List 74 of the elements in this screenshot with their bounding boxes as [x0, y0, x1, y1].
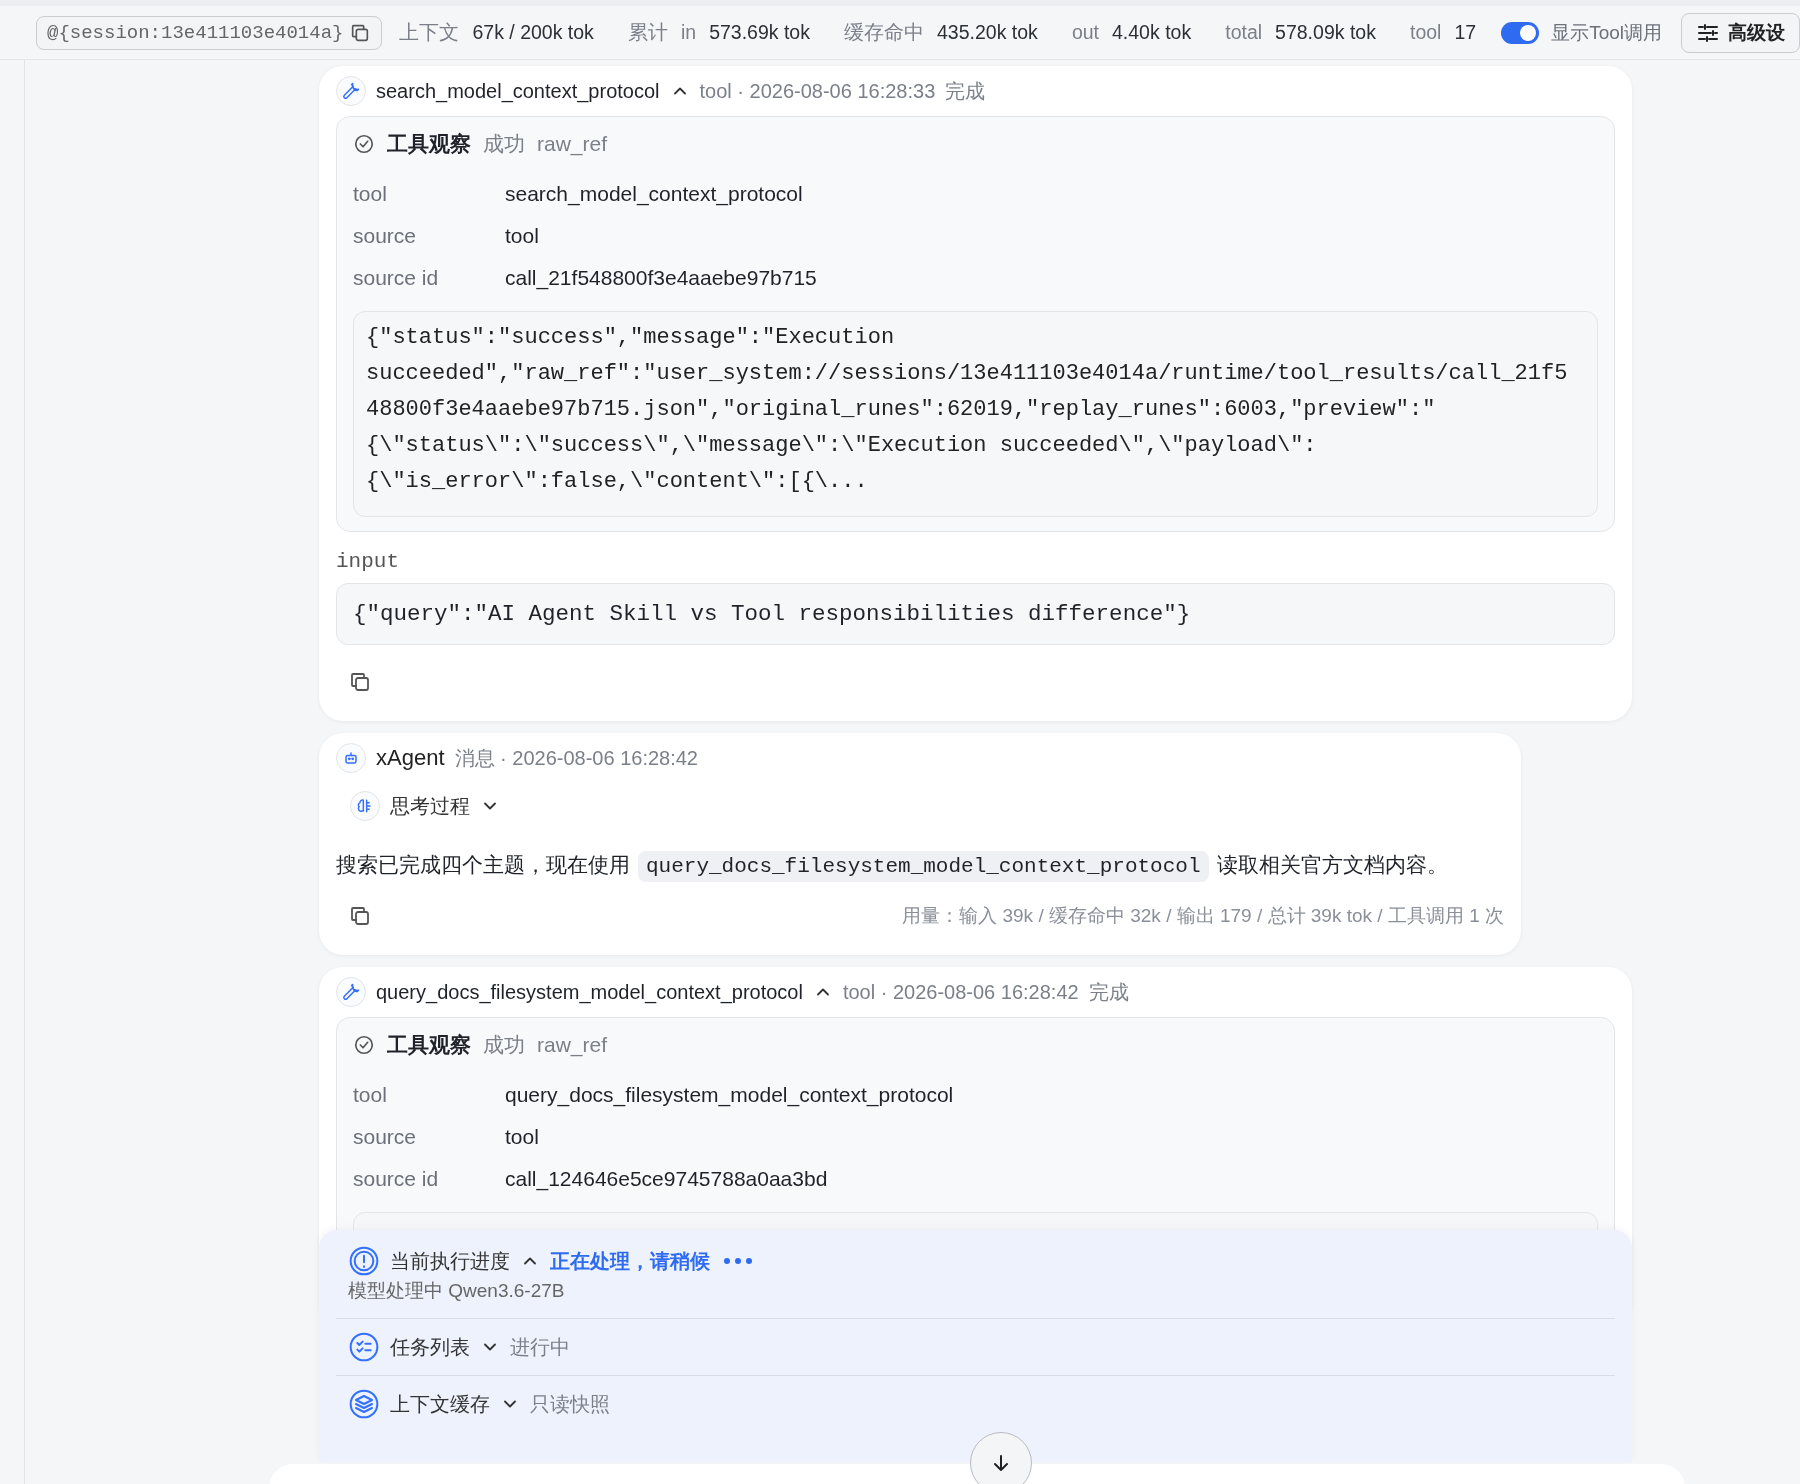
- toggle-label: 显示Tool调用: [1551, 20, 1662, 45]
- code-line: {\"is_error\":false,\"content\":[{\...: [366, 468, 869, 496]
- layers-icon: [348, 1388, 380, 1420]
- field-value: call_21f548800f3e4aaebe97b715: [505, 266, 817, 290]
- field-value: tool: [505, 224, 539, 248]
- loading-dots: [724, 1258, 752, 1264]
- stat-label: 缓存命中: [844, 20, 924, 45]
- checklist-icon: [348, 1331, 380, 1363]
- field-label: tool: [353, 1083, 388, 1107]
- code-line: {\"status\":\"success\",\"message\":\"Execution succeeded\",\"payload\":: [366, 432, 1318, 460]
- field-value: query_docs_filesystem_model_context_protocol: [505, 1083, 954, 1107]
- status-text: 完成: [1088, 979, 1129, 1005]
- stat-value: 4.40k tok: [1112, 21, 1192, 44]
- stat-label: out: [1071, 21, 1099, 44]
- stat-value: 578.09k tok: [1275, 21, 1376, 44]
- check-circle-icon: [353, 133, 375, 155]
- message-text: 搜索已完成四个主题，现在使用 query_docs_filesystem_model_context_protocol 读取相关官方文档内容。: [336, 845, 1504, 887]
- author-name: xAgent: [376, 745, 445, 771]
- toggle-switch[interactable]: [1501, 21, 1540, 44]
- progress-status: 正在处理，请稍候: [550, 1248, 710, 1274]
- ref-label: raw_ref: [537, 132, 608, 156]
- copy-icon[interactable]: [348, 670, 372, 694]
- tool-name: search_model_context_protocol: [376, 79, 660, 103]
- bot-icon: [336, 743, 366, 773]
- status-text: 完成: [945, 78, 986, 104]
- field-label: source id: [353, 1167, 440, 1191]
- progress-detail: 模型处理中 Qwen3.6-27B: [347, 1279, 566, 1303]
- check-circle-icon: [353, 1034, 375, 1056]
- stat-value: 17: [1454, 21, 1477, 44]
- section-status: 只读快照: [530, 1391, 610, 1417]
- stat-value: 573.69k tok: [709, 21, 810, 44]
- field-label: source: [353, 224, 418, 248]
- observation-title: 工具观察: [387, 131, 471, 157]
- wrench-icon: [336, 977, 366, 1007]
- ref-label: raw_ref: [537, 1033, 608, 1057]
- code-chip: query_docs_filesystem_model_context_protocol: [638, 851, 1209, 882]
- message-meta: 消息 · 2026-08-06 16:28:42: [454, 745, 698, 771]
- input-block: {"query":"AI Agent Skill vs Tool responsibilities difference"}: [336, 583, 1615, 645]
- code-line: 48800f3e4aaebe97b715.json","original_runes":62019,"replay_runes":6003,"preview":": [366, 396, 1437, 424]
- field-label: source: [353, 1125, 418, 1149]
- section-title[interactable]: 任务列表: [390, 1333, 470, 1361]
- brain-icon: [350, 791, 380, 821]
- wrench-icon: [336, 76, 366, 106]
- field-value: call_124646e5ce9745788a0aa3bd: [505, 1167, 828, 1191]
- field-label: tool: [353, 182, 388, 206]
- stat-label: in: [680, 21, 697, 44]
- tool-meta: tool · 2026-08-06 16:28:33: [699, 79, 936, 103]
- code-line: succeeded","raw_ref":"user_system://sessions/13e411103e4014a/runtime/tool_results/call_21f5: [366, 360, 1569, 388]
- field-value: search_model_context_protocol: [505, 182, 803, 206]
- usage-text: 用量：输入 39k / 缓存命中 32k / 输出 179 / 总计 39k tok / 工具调用 1 次: [902, 904, 1504, 928]
- info-icon: [348, 1245, 380, 1277]
- thinking-toggle[interactable]: 思考过程: [390, 792, 470, 820]
- tool-name: query_docs_filesystem_model_context_protocol: [376, 980, 803, 1004]
- input-label: input: [336, 550, 400, 573]
- session-chip[interactable]: @{session:13e411103e4014a}: [36, 15, 383, 50]
- field-value: tool: [505, 1125, 539, 1149]
- field-label: source id: [353, 266, 440, 290]
- tool-meta: tool · 2026-08-06 16:28:42: [842, 980, 1079, 1004]
- stat-value: 67k / 200k tok: [472, 21, 594, 44]
- copy-icon[interactable]: [348, 904, 372, 928]
- section-status: 进行中: [510, 1334, 570, 1360]
- code-line: {"status":"success","message":"Execution: [366, 324, 896, 352]
- progress-title[interactable]: 当前执行进度: [390, 1247, 510, 1275]
- settings-button[interactable]: 高级设: [1681, 12, 1800, 53]
- observation-title: 工具观察: [387, 1032, 471, 1058]
- status-text: 成功: [483, 1032, 525, 1058]
- stat-label: total: [1225, 21, 1263, 44]
- section-title[interactable]: 上下文缓存: [390, 1390, 490, 1418]
- session-id: @{session:13e411103e4014a}: [47, 21, 344, 44]
- stat-value: 435.20k tok: [937, 21, 1038, 44]
- stat-label: 累计: [627, 20, 668, 45]
- stat-label: 上下文: [399, 20, 460, 45]
- status-text: 成功: [483, 131, 525, 157]
- stat-label: tool: [1409, 21, 1442, 44]
